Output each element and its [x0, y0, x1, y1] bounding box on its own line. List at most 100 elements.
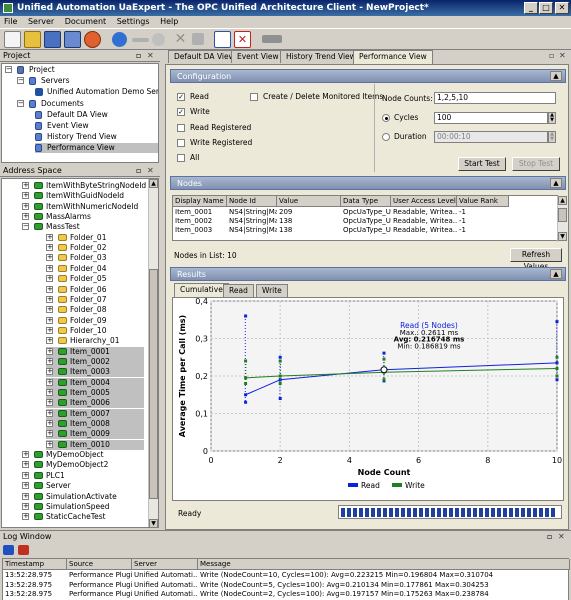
- expand-icon[interactable]: +: [46, 347, 53, 355]
- table-cell[interactable]: Item_0001: [173, 208, 227, 217]
- tree-item-address-space[interactable]: + Folder_07: [46, 295, 144, 305]
- expand-icon[interactable]: +: [46, 357, 53, 365]
- expand-icon[interactable]: +: [46, 409, 53, 417]
- expand-icon[interactable]: +: [22, 192, 29, 200]
- open-folder-icon[interactable]: [24, 31, 41, 48]
- tree-item-address-space[interactable]: + Folder_01: [46, 233, 144, 243]
- disconnect-icon[interactable]: ✕: [172, 31, 189, 48]
- expand-icon[interactable]: +: [46, 399, 53, 407]
- expand-icon[interactable]: +: [22, 471, 29, 479]
- expand-icon[interactable]: +: [46, 440, 53, 448]
- table-cell[interactable]: Item_0003: [173, 226, 227, 235]
- table-cell[interactable]: Readable, Writea...: [391, 217, 457, 226]
- tree-item-address-space[interactable]: + Item_0002: [46, 356, 144, 367]
- table-cell[interactable]: OpcUaType_UInt32: [341, 226, 391, 235]
- tree-item-address-space[interactable]: + Server: [22, 481, 144, 491]
- tree-item-address-space[interactable]: − MassTest: [22, 222, 144, 232]
- tree-item-performance-view[interactable]: Performance View: [35, 143, 158, 153]
- expand-icon[interactable]: +: [46, 337, 53, 345]
- nodes-scrollbar[interactable]: ▲ ▼: [557, 196, 567, 242]
- read-registered-checkbox[interactable]: [177, 124, 185, 132]
- column-header[interactable]: User Access Level: [391, 196, 457, 207]
- expand-icon[interactable]: +: [46, 306, 53, 314]
- write-registered-checkbox[interactable]: [177, 139, 185, 147]
- tree-item-address-space[interactable]: + Item_0008: [46, 419, 144, 430]
- menu-file[interactable]: File: [4, 17, 17, 26]
- expand-icon[interactable]: +: [46, 264, 53, 272]
- table-cell[interactable]: NS4|String|MassT...: [227, 208, 277, 217]
- table-cell[interactable]: Item_0002: [173, 217, 227, 226]
- expand-icon[interactable]: +: [46, 316, 53, 324]
- expand-icon[interactable]: +: [22, 213, 29, 221]
- table-cell[interactable]: 138: [277, 217, 341, 226]
- expand-icon[interactable]: +: [46, 285, 53, 293]
- tree-item-address-space[interactable]: + PLC1: [22, 471, 144, 481]
- expand-icon[interactable]: +: [22, 451, 29, 459]
- float-log-icon[interactable]: ▫: [547, 532, 557, 542]
- tree-item-address-space[interactable]: + Item_0006: [46, 398, 144, 409]
- tree-item-address-space[interactable]: + Item_0001: [46, 346, 144, 357]
- collapse-nodes-icon[interactable]: ▲: [550, 178, 562, 188]
- tree-item-address-space[interactable]: + MyDemoObject: [22, 450, 144, 460]
- certificate-icon[interactable]: [262, 35, 282, 43]
- tree-item-address-space[interactable]: + Item_0009: [46, 429, 144, 440]
- tree-item-address-space[interactable]: + MassAlarms: [22, 212, 144, 222]
- tab-performance-view[interactable]: Performance View: [353, 50, 433, 64]
- table-cell[interactable]: 209: [277, 208, 341, 217]
- table-cell[interactable]: OpcUaType_UInt32: [341, 217, 391, 226]
- clear-log-icon[interactable]: [3, 545, 14, 555]
- expand-icon[interactable]: +: [46, 389, 53, 396]
- duration-input[interactable]: 00:00:10: [434, 131, 548, 143]
- write-checkbox[interactable]: ✓: [177, 108, 185, 116]
- expand-icon[interactable]: +: [46, 368, 53, 376]
- table-cell[interactable]: Readable, Writea...: [391, 226, 457, 235]
- close-panel-icon[interactable]: ✕: [147, 51, 157, 61]
- table-cell[interactable]: -1: [457, 226, 509, 235]
- scroll-thumb[interactable]: [558, 208, 567, 222]
- expand-icon[interactable]: +: [46, 254, 53, 262]
- tree-item-address-space[interactable]: + SimulationActivate: [22, 492, 144, 502]
- column-header[interactable]: Value: [277, 196, 341, 207]
- tree-item-address-space[interactable]: + Folder_03: [46, 253, 144, 263]
- tree-item-address-space[interactable]: + Item_0010: [46, 439, 144, 450]
- float-icon[interactable]: ▫: [136, 51, 146, 61]
- tree-item-address-space[interactable]: + ItemWithGuidNodeId: [22, 191, 144, 201]
- tab-cumulative[interactable]: Cumulative: [174, 283, 229, 297]
- column-header[interactable]: Data Type: [341, 196, 391, 207]
- tree-item-address-space[interactable]: + Item_0003: [46, 367, 144, 378]
- tree-item-address-space[interactable]: + Hierarchy_01: [46, 336, 144, 346]
- tree-item-address-space[interactable]: + Folder_10: [46, 326, 144, 336]
- save-log-icon[interactable]: [18, 545, 29, 555]
- maximize-button[interactable]: □: [539, 2, 553, 14]
- expand-icon[interactable]: +: [22, 461, 29, 469]
- add-server-icon[interactable]: [112, 32, 127, 47]
- start-test-button[interactable]: Start Test: [458, 157, 506, 171]
- table-cell[interactable]: OpcUaType_UInt32: [341, 208, 391, 217]
- expand-icon[interactable]: +: [46, 233, 53, 241]
- float-doc-icon[interactable]: ▫: [549, 51, 559, 61]
- expand-icon[interactable]: +: [46, 244, 53, 252]
- expand-icon[interactable]: +: [22, 513, 29, 521]
- remove-document-icon[interactable]: ✕: [234, 31, 251, 48]
- tree-item-address-space[interactable]: + Folder_09: [46, 316, 144, 326]
- minimize-button[interactable]: _: [524, 2, 538, 14]
- tree-item-address-space[interactable]: + Folder_05: [46, 274, 144, 284]
- collapse-configuration-icon[interactable]: ▲: [550, 71, 562, 81]
- tab-write[interactable]: Write: [256, 284, 288, 297]
- tree-item-address-space[interactable]: + StaticCacheTest: [22, 512, 144, 522]
- log-column-header[interactable]: Timestamp: [3, 559, 67, 570]
- scroll-thumb[interactable]: [149, 269, 158, 499]
- expand-icon[interactable]: +: [22, 182, 29, 189]
- expand-icon[interactable]: −: [22, 223, 29, 231]
- close-button[interactable]: ✕: [555, 2, 569, 14]
- new-project-icon[interactable]: [4, 31, 21, 48]
- expand-icon[interactable]: +: [46, 378, 53, 386]
- collapse-icon[interactable]: −: [5, 66, 12, 73]
- menu-help[interactable]: Help: [160, 17, 178, 26]
- expand-icon[interactable]: +: [46, 295, 53, 303]
- tree-item-address-space[interactable]: + Folder_04: [46, 264, 144, 274]
- save-as-icon[interactable]: [64, 31, 81, 48]
- close-panel-icon[interactable]: ✕: [147, 166, 157, 176]
- scroll-up-icon[interactable]: ▲: [149, 179, 158, 188]
- scroll-down-icon[interactable]: ▼: [558, 232, 567, 241]
